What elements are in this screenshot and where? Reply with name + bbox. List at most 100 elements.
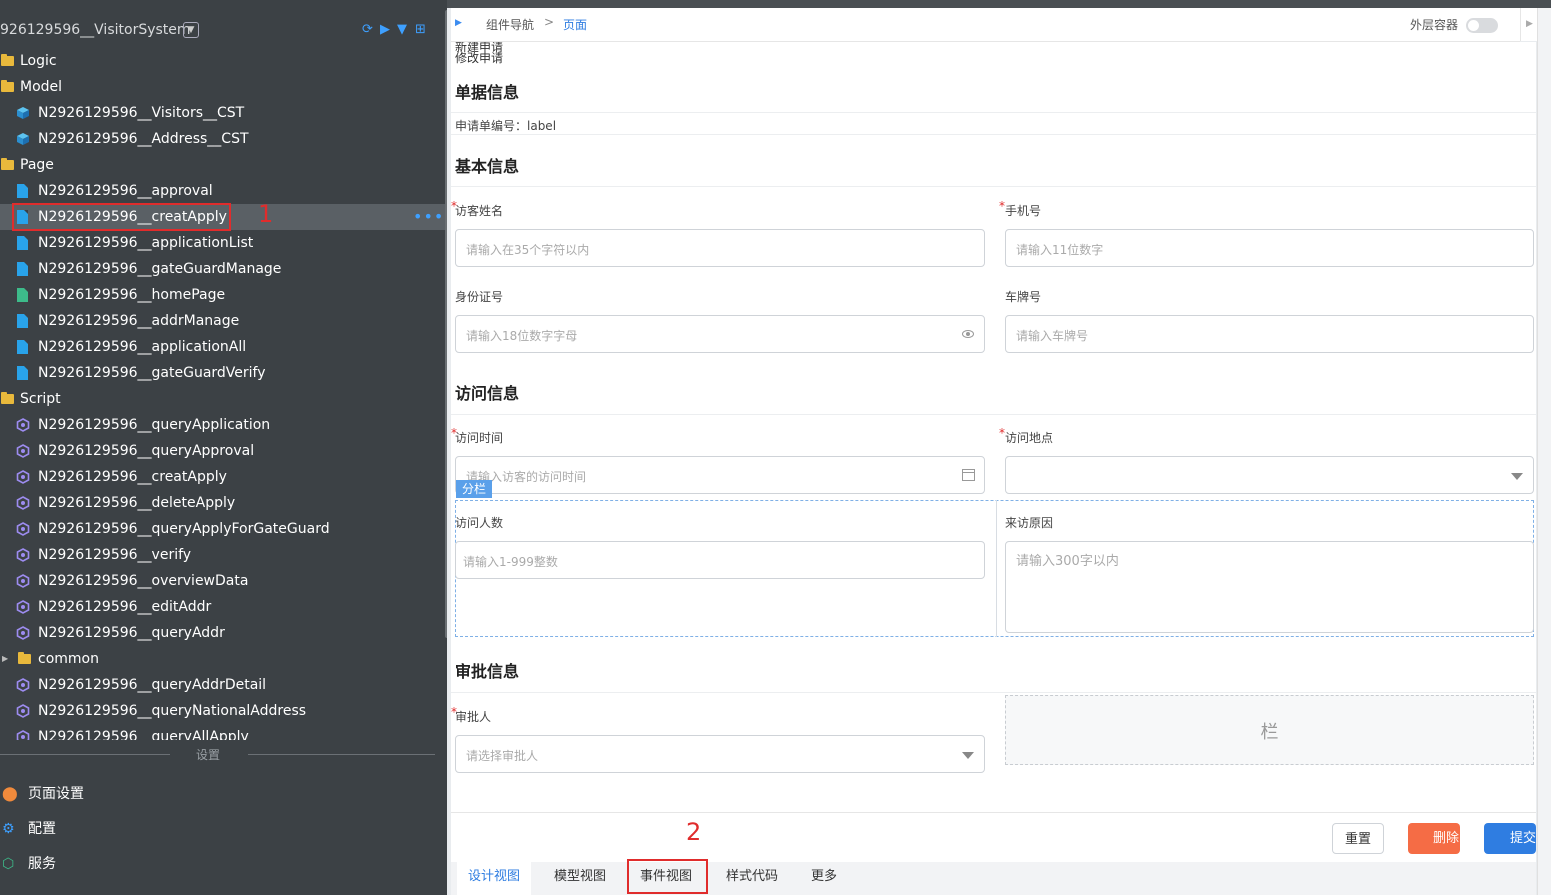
eye-icon[interactable] (962, 330, 974, 338)
collapse-right-icon[interactable]: ▶ (1520, 8, 1538, 41)
delete-button[interactable]: 删除 (1408, 823, 1460, 854)
reset-button[interactable]: 重置 (1332, 823, 1384, 854)
tab-event-view[interactable]: 事件视图 (629, 862, 703, 895)
tree-item[interactable]: Logic (0, 48, 447, 74)
script-icon (16, 470, 30, 484)
page-file-icon (17, 184, 28, 198)
tree-item[interactable]: N2926129596__queryAddrDetail (0, 672, 447, 698)
tree-item[interactable]: N2926129596__applicationAll (0, 334, 447, 360)
tree-item[interactable]: N2926129596__Visitors__CST (0, 100, 447, 126)
tree-item-label: N2926129596__gateGuardManage (38, 261, 282, 277)
tree-item[interactable]: N2926129596__applicationList (0, 230, 447, 256)
tree-item[interactable]: N2926129596__gateGuardManage (0, 256, 447, 282)
visitor-name-label: 访客姓名 (455, 204, 504, 218)
tree-item[interactable]: Model (0, 74, 447, 100)
tab-style-code[interactable]: 样式代码 (715, 862, 789, 895)
visit-place-select[interactable] (1005, 456, 1534, 494)
section-divider (451, 414, 1536, 415)
tree-item[interactable]: N2926129596__queryAddr (0, 620, 447, 646)
settings-item-label: 服务 (28, 856, 56, 872)
add-icon[interactable]: ⊞ (415, 22, 426, 38)
settings-divider: 设置 (0, 746, 447, 762)
refresh-icon[interactable]: ⟳ (362, 22, 373, 38)
idcard-input[interactable]: 请输入18位数字字母 (455, 315, 985, 353)
location-pin-icon: ⬤ (2, 786, 18, 802)
top-strip (447, 0, 1551, 8)
tree-item[interactable]: Page (0, 152, 447, 178)
tree-item[interactable]: N2926129596__queryAllApply (0, 724, 447, 740)
tree-item[interactable]: N2926129596__verify (0, 542, 447, 568)
tree-item-label: N2926129596__applicationList (38, 235, 254, 251)
app-dropdown-icon[interactable]: ▼ (183, 22, 199, 38)
script-icon (16, 730, 30, 740)
annotation-number-2: 2 (686, 818, 702, 846)
visit-time-label: 访问时间 (455, 431, 504, 445)
filter-icon[interactable]: ▼ (397, 22, 407, 38)
column-tag[interactable]: 分栏 (456, 480, 493, 498)
tree-item[interactable]: N2926129596__Address__CST (0, 126, 447, 152)
script-icon (16, 678, 30, 692)
visit-time-picker[interactable]: 请输入访客的访问时间 (455, 456, 985, 494)
visitors-count-input[interactable]: 请输入1-999整数 (455, 541, 985, 579)
chevron-down-icon (1511, 473, 1523, 480)
phone-input[interactable]: 请输入11位数字 (1005, 229, 1534, 267)
tab-design-view[interactable]: 设计视图 (457, 862, 531, 895)
breadcrumb-item-page[interactable]: 页面 (563, 16, 587, 33)
tree-item-label: Script (20, 391, 61, 407)
reason-textarea[interactable]: 请输入300字以内 (1005, 541, 1534, 633)
tree-item[interactable]: N2926129596__deleteApply (0, 490, 447, 516)
tree-item-label: N2926129596__queryNationalAddress (38, 703, 307, 719)
section-title-approval-info: 审批信息 (455, 662, 520, 681)
tree-item[interactable]: Script (0, 386, 447, 412)
tree-item[interactable]: N2926129596__creatApply (0, 464, 447, 490)
tree-item[interactable]: N2926129596__addrManage (0, 308, 447, 334)
visitor-name-input[interactable]: 请输入在35个字符以内 (455, 229, 985, 267)
submit-button[interactable]: 提交 (1484, 823, 1536, 854)
input-placeholder: 请输入300字以内 (1016, 554, 1119, 569)
app-name[interactable]: 926129596__VisitorSystem (0, 22, 191, 38)
tree-item[interactable]: N2926129596__editAddr (0, 594, 447, 620)
tree-item[interactable]: N2926129596__queryApplication (0, 412, 447, 438)
tree-item-label: common (38, 651, 99, 667)
model-cube-icon (17, 133, 29, 145)
right-properties-panel (1537, 8, 1551, 895)
idcard-label: 身份证号 (455, 290, 504, 304)
tree-item[interactable]: ▶ common (0, 646, 447, 672)
tree-item[interactable]: N2926129596__gateGuardVerify (0, 360, 447, 386)
sidebar-scrollbar[interactable] (445, 10, 447, 638)
tree-item[interactable]: N2926129596__overviewData (0, 568, 447, 594)
outer-container-toggle[interactable] (1466, 18, 1498, 33)
home-page-icon (17, 288, 28, 302)
plate-input[interactable]: 请输入车牌号 (1005, 315, 1534, 353)
run-icon[interactable]: ▶ (380, 22, 390, 38)
tab-model-view[interactable]: 模型视图 (543, 862, 617, 895)
mini-text-edit-apply[interactable]: 修改申请 (455, 52, 503, 64)
script-icon (16, 626, 30, 640)
expand-caret-icon[interactable]: ▶ (2, 646, 8, 672)
tree-item[interactable]: N2926129596__queryNationalAddress (0, 698, 447, 724)
tab-more[interactable]: 更多 (791, 862, 857, 895)
section-divider (451, 186, 1536, 187)
folder-icon (1, 158, 14, 170)
tree-item-label: N2926129596__creatApply (38, 209, 227, 225)
empty-column-slot[interactable]: 栏 (1005, 695, 1534, 765)
column-divider (996, 500, 997, 637)
tree-item[interactable]: N2926129596__queryApproval (0, 438, 447, 464)
calendar-icon[interactable] (962, 469, 975, 481)
collapse-left-icon[interactable]: ▶ (455, 18, 462, 28)
breadcrumb-item-component-nav[interactable]: 组件导航 (486, 16, 534, 33)
tree-item[interactable]: N2926129596__approval (0, 178, 447, 204)
gear-icon: ⚙ (2, 821, 15, 837)
more-options-icon[interactable]: ••• (413, 204, 444, 230)
tree-item[interactable]: N2926129596__creatApply ••• (0, 204, 447, 230)
empty-column-label: 栏 (1260, 722, 1279, 743)
tree-item[interactable]: N2926129596__homePage (0, 282, 447, 308)
approver-select[interactable]: 请选择审批人 (455, 735, 985, 773)
input-placeholder: 请选择审批人 (466, 749, 539, 763)
tree-item[interactable]: N2926129596__queryApplyForGateGuard (0, 516, 447, 542)
explorer-sidebar: 926129596__VisitorSystem ▼ ⟳ ▶ ▼ ⊞ Logic… (0, 0, 447, 895)
folder-icon (1, 392, 14, 404)
tree-item-label: N2926129596__verify (38, 547, 192, 563)
input-placeholder: 请输入在35个字符以内 (466, 243, 590, 257)
script-icon (16, 548, 30, 562)
